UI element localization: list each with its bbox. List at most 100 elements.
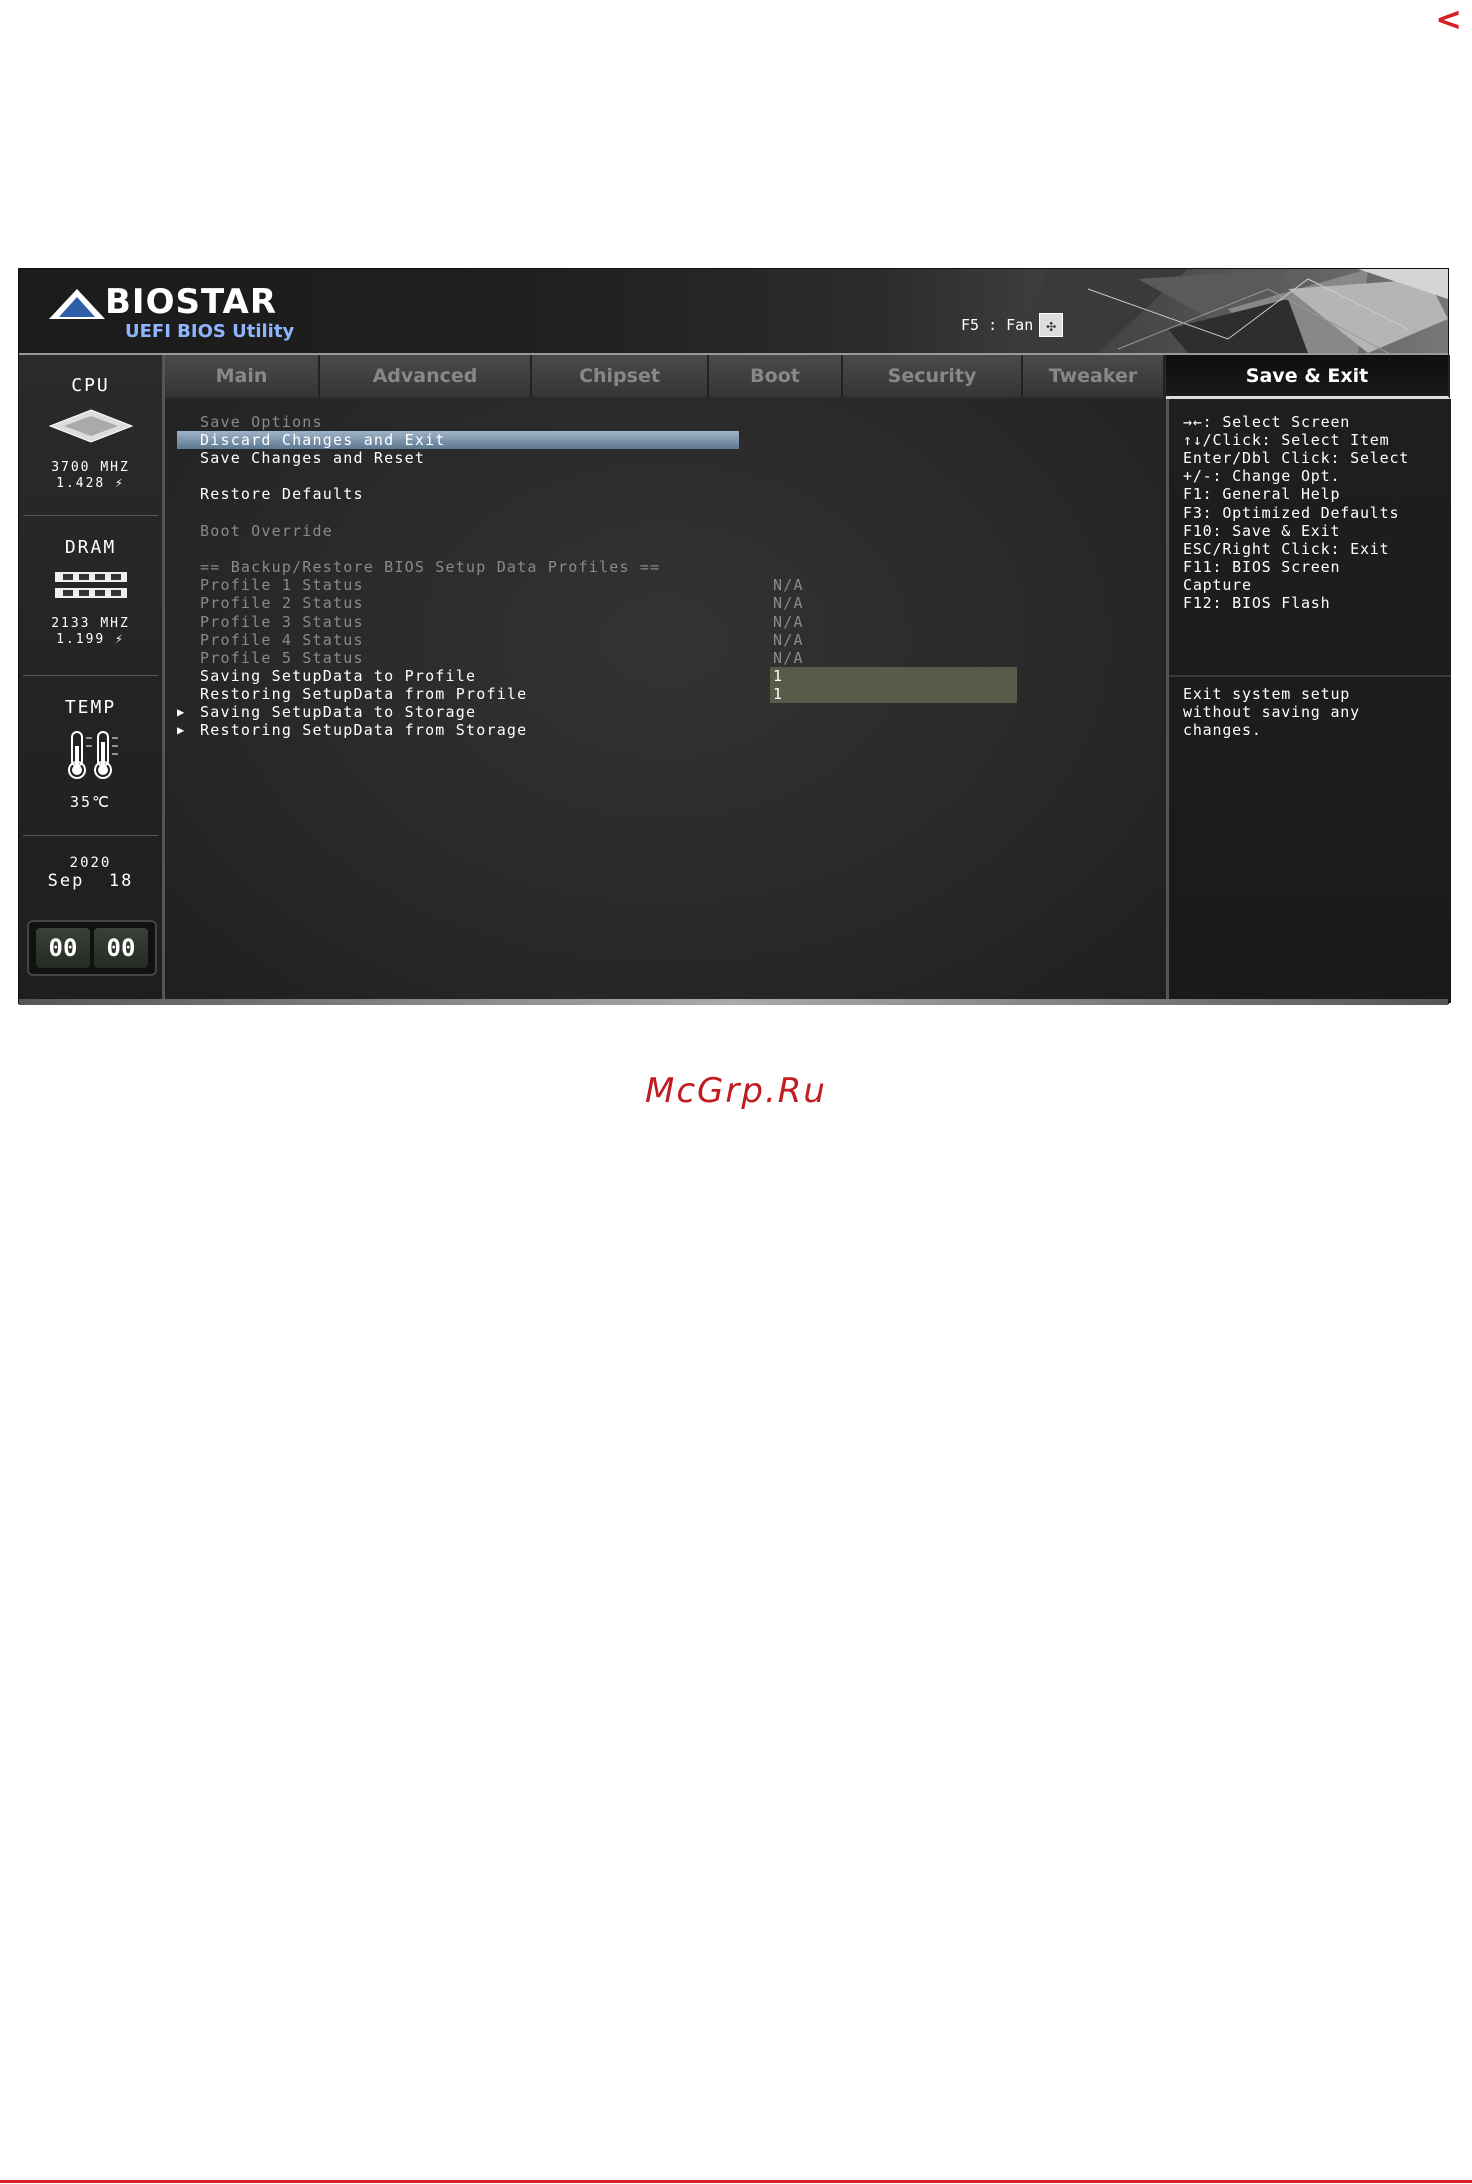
menu-item-label: Profile 5 Status [200, 649, 364, 667]
menu-item-label: Saving SetupData to Storage [200, 703, 477, 721]
menu-item-label: Profile 4 Status [200, 631, 364, 649]
tab-bar: Main Advanced Chipset Boot Security Twea… [165, 355, 1450, 399]
temp-title: TEMP [64, 697, 117, 718]
help-key-line: F11: BIOS Screen [1183, 558, 1341, 576]
profile-status-value: N/A [773, 613, 804, 631]
profile-status-value: N/A [773, 594, 804, 612]
page-footer-rule [0, 2180, 1472, 2183]
tab-main[interactable]: Main [165, 355, 320, 397]
profile-1-status-row: Profile 1 Status N/A [165, 576, 1145, 594]
menu-item-label: == Backup/Restore BIOS Setup Data Profil… [200, 558, 661, 576]
help-key-line: F10: Save & Exit [1183, 522, 1341, 540]
profile-status-value: N/A [773, 576, 804, 594]
cpu-chip-icon [48, 409, 133, 443]
watermark: McGrp.Ru [645, 1071, 827, 1111]
tab-chipset[interactable]: Chipset [532, 355, 709, 397]
menu-item-label: Profile 1 Status [200, 576, 364, 594]
submenu-arrow-icon: ▶ [177, 705, 186, 719]
menu-item-label: Discard Changes and Exit [200, 431, 446, 449]
thermometer-icon [67, 731, 118, 779]
profile-3-status-row: Profile 3 Status N/A [165, 613, 1145, 631]
brand-subtitle: UEFI BIOS Utility [125, 321, 295, 342]
dram-voltage: 1.199 ⚡ [56, 632, 125, 647]
temp-value: 35℃ [70, 793, 111, 811]
help-key-line: ↑↓/Click: Select Item [1183, 431, 1390, 449]
fan-shortcut[interactable]: F5 : Fan ✣ [961, 313, 1064, 337]
menu-item-label: Boot Override [200, 522, 333, 540]
menu-heading-boot-override: Boot Override [165, 522, 1145, 540]
submenu-arrow-icon: ▶ [177, 723, 186, 737]
menu-item-label: Restoring SetupData from Storage [200, 721, 528, 739]
dram-module-icon [54, 572, 127, 598]
menu-item-discard-changes-and-exit[interactable]: Discard Changes and Exit [165, 431, 1145, 449]
temp-status: TEMP 35℃ [19, 697, 162, 810]
help-description-line: without saving any [1183, 703, 1360, 721]
system-status-sidebar: CPU 3700 MHZ 1.428 ⚡ DRAM 2133 MHZ 1.199… [19, 355, 165, 1003]
help-panel: →←: Select Screen ↑↓/Click: Select Item … [1166, 399, 1451, 1003]
tab-tweaker[interactable]: Tweaker [1023, 355, 1165, 397]
menu-item-saving-setupdata-to-storage[interactable]: ▶ Saving SetupData to Storage [165, 703, 1145, 721]
profile-status-value: N/A [773, 649, 804, 667]
clock-minutes: 00 [94, 928, 148, 968]
help-key-line: Capture [1183, 576, 1252, 594]
bios-header: BIOSTAR UEFI BIOS Utility F5 : Fan ✣ [19, 269, 1448, 355]
menu-item-label: Saving SetupData to Profile [200, 667, 477, 685]
menu-item-restoring-setupdata-from-profile[interactable]: Restoring SetupData from Profile 1 [165, 685, 1145, 703]
fan-icon: ✣ [1039, 313, 1064, 337]
menu-panel: Save Options Discard Changes and Exit Sa… [165, 399, 1165, 1003]
cpu-frequency: 3700 MHZ [51, 460, 130, 475]
clock-hours: 00 [36, 928, 90, 968]
menu-heading-save-options: Save Options [165, 413, 1145, 431]
tab-boot[interactable]: Boot [709, 355, 843, 397]
menu-item-label: Save Options [200, 413, 323, 431]
sidebar-divider [23, 515, 158, 516]
help-key-line: +/-: Change Opt. [1183, 467, 1341, 485]
tab-advanced[interactable]: Advanced [320, 355, 532, 397]
help-key-line: F1: General Help [1183, 485, 1341, 503]
sidebar-divider [23, 835, 158, 836]
cpu-status: CPU 3700 MHZ 1.428 ⚡ [19, 375, 162, 492]
logo-triangle-icon [49, 289, 105, 319]
tab-security[interactable]: Security [843, 355, 1023, 397]
bios-window: BIOSTAR UEFI BIOS Utility F5 : Fan ✣ CPU… [19, 269, 1451, 1005]
menu-item-label: Profile 2 Status [200, 594, 364, 612]
menu-item-label: Restoring SetupData from Profile [200, 685, 528, 703]
menu-heading-backup-restore: == Backup/Restore BIOS Setup Data Profil… [165, 558, 1145, 576]
date-day: Sep 18 [47, 871, 134, 891]
cpu-title: CPU [71, 375, 110, 396]
help-divider [1169, 675, 1451, 677]
profile-5-status-row: Profile 5 Status N/A [165, 649, 1145, 667]
date-year: 2020 [69, 855, 112, 871]
profile-2-status-row: Profile 2 Status N/A [165, 594, 1145, 612]
dram-frequency: 2133 MHZ [51, 616, 130, 631]
profile-number-select[interactable]: 1 [773, 685, 783, 703]
biostar-logo: BIOSTAR UEFI BIOS Utility [49, 285, 294, 342]
help-key-line: F12: BIOS Flash [1183, 594, 1331, 612]
menu-item-restoring-setupdata-from-storage[interactable]: ▶ Restoring SetupData from Storage [165, 721, 1145, 739]
menu-item-restore-defaults[interactable]: Restore Defaults [165, 485, 1145, 503]
time-display: 00 00 [27, 920, 157, 976]
menu-item-label: Profile 3 Status [200, 613, 364, 631]
menu-item-save-changes-and-reset[interactable]: Save Changes and Reset [165, 449, 1145, 467]
sidebar-divider [23, 675, 158, 676]
menu-item-label: Restore Defaults [200, 485, 364, 503]
header-shards-graphic [1018, 269, 1448, 353]
help-description-line: Exit system setup [1183, 685, 1351, 703]
page-corner-mark: < [1435, 0, 1462, 38]
menu-item-label: Save Changes and Reset [200, 449, 426, 467]
date-display: 2020 Sep 18 [19, 855, 162, 891]
cpu-voltage: 1.428 ⚡ [56, 476, 125, 491]
tab-save-exit[interactable]: Save & Exit [1166, 355, 1450, 399]
help-key-line: Enter/Dbl Click: Select [1183, 449, 1410, 467]
dram-title: DRAM [64, 537, 117, 558]
bios-bottom-edge [19, 999, 1448, 1005]
profile-status-value: N/A [773, 631, 804, 649]
menu-item-saving-setupdata-to-profile[interactable]: Saving SetupData to Profile 1 [165, 667, 1145, 685]
help-key-line: F3: Optimized Defaults [1183, 504, 1400, 522]
profile-number-select[interactable]: 1 [773, 667, 783, 685]
help-key-line: →←: Select Screen [1183, 413, 1351, 431]
help-key-line: ESC/Right Click: Exit [1183, 540, 1390, 558]
fan-shortcut-label: F5 : Fan [961, 316, 1034, 334]
help-description-line: changes. [1183, 721, 1262, 739]
profile-4-status-row: Profile 4 Status N/A [165, 631, 1145, 649]
